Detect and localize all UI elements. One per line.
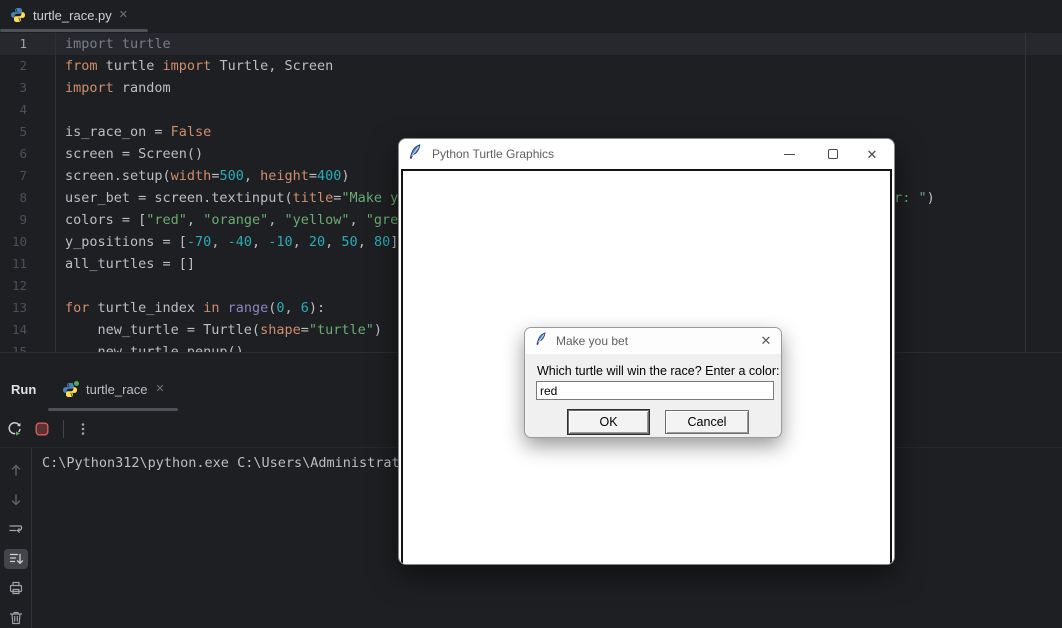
soft-wrap-icon[interactable]	[4, 519, 28, 540]
ok-button[interactable]: OK	[567, 409, 650, 435]
line-number[interactable]: 8	[0, 187, 56, 209]
code-text[interactable]	[56, 99, 65, 121]
run-tab-label: turtle_race	[86, 382, 148, 397]
close-icon: ✕	[866, 146, 878, 162]
turtle-window-title: Python Turtle Graphics	[432, 147, 555, 161]
bet-color-input[interactable]	[536, 381, 774, 400]
ide-window: turtle_race.py ✕ 1 import turtle 2 from tur…	[0, 0, 1062, 628]
code-line[interactable]: 2 from turtle import Turtle, Screen	[0, 55, 1062, 77]
run-tab-close-icon[interactable]: ✕	[155, 384, 164, 395]
bet-dialog-titlebar[interactable]: Make you bet ✕	[525, 328, 781, 354]
code-text[interactable]: screen = Screen()	[56, 143, 203, 165]
tk-feather-icon	[408, 143, 422, 165]
code-text[interactable]: for turtle_index in range(0, 6):	[56, 297, 325, 319]
python-icon	[10, 7, 26, 23]
line-number[interactable]: 1	[0, 33, 56, 55]
line-number[interactable]: 2	[0, 55, 56, 77]
tk-feather-icon	[535, 331, 547, 351]
code-text[interactable]: new_turtle.penup()	[56, 341, 244, 352]
code-text[interactable]	[56, 275, 65, 297]
console-gutter-toolbar	[0, 448, 32, 628]
run-tab-turtle-race[interactable]: turtle_race ✕	[48, 371, 179, 408]
bet-prompt-label: Which turtle will win the race? Enter a …	[537, 364, 780, 378]
code-line[interactable]: 1 import turtle	[0, 33, 1062, 55]
editor-tab-turtle-race[interactable]: turtle_race.py ✕	[0, 0, 140, 30]
code-line[interactable]: 3 import random	[0, 77, 1062, 99]
line-number[interactable]: 12	[0, 275, 56, 297]
editor-tab-label: turtle_race.py	[33, 7, 112, 23]
scroll-to-end-icon[interactable]	[3, 548, 28, 569]
running-indicator-dot	[73, 379, 80, 387]
line-number[interactable]: 15	[0, 341, 56, 352]
code-text[interactable]: import random	[56, 77, 171, 99]
minimize-button[interactable]	[774, 139, 804, 169]
line-number[interactable]: 14	[0, 319, 56, 341]
line-number[interactable]: 7	[0, 165, 56, 187]
python-icon-running	[62, 379, 80, 398]
code-text[interactable]: new_turtle = Turtle(shape="turtle")	[56, 319, 383, 341]
code-text[interactable]: y_positions = [-70, -40, -10, 20, 50, 80…	[56, 231, 398, 253]
stop-icon[interactable]	[30, 417, 54, 441]
toolbar-separator	[63, 420, 64, 438]
maximize-button[interactable]	[818, 139, 848, 169]
arrow-up-icon[interactable]	[4, 460, 28, 481]
right-margin-guide	[1025, 33, 1026, 352]
code-text[interactable]: from turtle import Turtle, Screen	[56, 55, 333, 77]
rerun-icon[interactable]	[2, 417, 26, 441]
line-number[interactable]: 10	[0, 231, 56, 253]
bet-dialog-title: Make you bet	[556, 334, 629, 348]
line-number[interactable]: 3	[0, 77, 56, 99]
bet-dialog-close-icon[interactable]: ✕	[751, 328, 781, 354]
line-number[interactable]: 11	[0, 253, 56, 275]
code-text[interactable]: screen.setup(width=500, height=400)	[56, 165, 350, 187]
bet-dialog: Make you bet ✕ Which turtle will win the…	[524, 327, 782, 438]
minimize-icon	[783, 153, 795, 155]
code-text[interactable]: all_turtles = []	[56, 253, 195, 275]
editor-tab-bar: turtle_race.py ✕	[0, 0, 1062, 33]
code-line[interactable]: 4	[0, 99, 1062, 121]
run-panel-title: Run	[11, 382, 37, 397]
maximize-icon	[828, 149, 838, 159]
line-number[interactable]: 4	[0, 99, 56, 121]
line-number[interactable]: 5	[0, 121, 56, 143]
turtle-window-titlebar[interactable]: Python Turtle Graphics ✕	[399, 139, 894, 169]
clear-console-icon[interactable]	[4, 608, 28, 628]
editor-tab-close-icon[interactable]: ✕	[119, 9, 128, 21]
active-tab-indicator	[0, 29, 148, 32]
console-output-line: C:\Python312\python.exe C:\Users\Adminis…	[42, 455, 400, 471]
cancel-button[interactable]: Cancel	[665, 410, 749, 434]
arrow-down-icon[interactable]	[4, 490, 28, 511]
more-options-kebab-icon[interactable]	[71, 417, 95, 441]
print-icon[interactable]	[4, 578, 28, 599]
line-number[interactable]: 6	[0, 143, 56, 165]
close-button[interactable]: ✕	[857, 139, 887, 169]
code-text[interactable]: import turtle	[56, 33, 171, 55]
code-text[interactable]: is_race_on = False	[56, 121, 211, 143]
line-number[interactable]: 13	[0, 297, 56, 319]
line-number[interactable]: 9	[0, 209, 56, 231]
